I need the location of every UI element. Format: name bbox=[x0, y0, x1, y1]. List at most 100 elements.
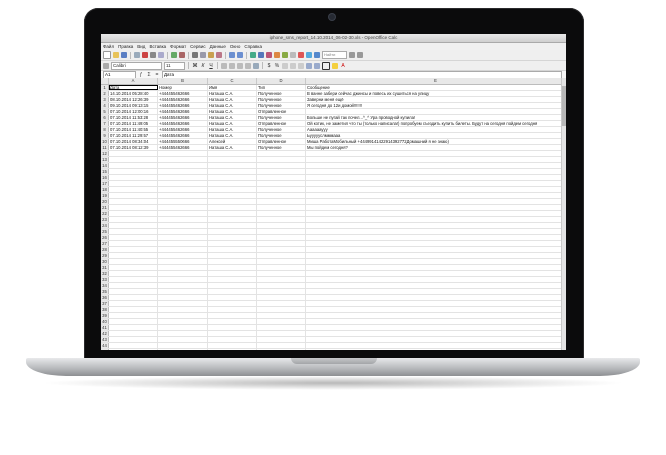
row-header[interactable]: 17 bbox=[101, 181, 109, 186]
table-cell[interactable] bbox=[306, 307, 566, 312]
table-cell[interactable] bbox=[208, 283, 257, 288]
row-header[interactable]: 39 bbox=[101, 313, 109, 318]
table-cell[interactable]: Сообщение bbox=[306, 85, 566, 90]
table-cell[interactable] bbox=[158, 229, 208, 234]
sort-ascending-icon[interactable] bbox=[258, 52, 264, 58]
table-cell[interactable]: 07.10.2014 11:29:57 bbox=[109, 133, 158, 138]
font-color-icon[interactable]: A bbox=[340, 63, 346, 69]
table-cell[interactable] bbox=[306, 217, 566, 222]
menu-item[interactable]: Вставка bbox=[149, 43, 166, 50]
row-header[interactable]: 41 bbox=[101, 325, 109, 330]
table-cell[interactable] bbox=[208, 193, 257, 198]
table-cell[interactable] bbox=[208, 223, 257, 228]
table-cell[interactable] bbox=[109, 163, 158, 168]
table-cell[interactable] bbox=[158, 277, 208, 282]
table-cell[interactable] bbox=[208, 199, 257, 204]
menu-item[interactable]: Файл bbox=[103, 43, 114, 50]
table-cell[interactable] bbox=[208, 187, 257, 192]
table-cell[interactable] bbox=[109, 277, 158, 282]
table-cell[interactable]: +444455462666 bbox=[158, 133, 208, 138]
table-cell[interactable] bbox=[109, 193, 158, 198]
table-cell[interactable] bbox=[306, 211, 566, 216]
table-cell[interactable] bbox=[109, 295, 158, 300]
table-cell[interactable] bbox=[306, 295, 566, 300]
table-cell[interactable]: 14.10.2014 05:28:40 bbox=[109, 91, 158, 96]
table-cell[interactable] bbox=[257, 349, 306, 350]
table-cell[interactable] bbox=[158, 217, 208, 222]
table-cell[interactable] bbox=[306, 325, 566, 330]
search-input[interactable]: Найти bbox=[322, 51, 347, 59]
table-cell[interactable] bbox=[257, 241, 306, 246]
table-cell[interactable]: Наташа С.А. bbox=[208, 103, 257, 108]
table-cell[interactable] bbox=[158, 289, 208, 294]
menu-item[interactable]: Данные bbox=[210, 43, 226, 50]
table-cell[interactable]: Наташа С.А. bbox=[208, 121, 257, 126]
table-cell[interactable] bbox=[158, 307, 208, 312]
table-cell[interactable] bbox=[257, 295, 306, 300]
table-cell[interactable]: Имя bbox=[208, 85, 257, 90]
spellcheck-icon[interactable] bbox=[171, 52, 177, 58]
table-cell[interactable] bbox=[158, 187, 208, 192]
underline-icon[interactable]: Ч bbox=[208, 63, 214, 69]
table-cell[interactable] bbox=[158, 175, 208, 180]
table-cell[interactable] bbox=[257, 319, 306, 324]
table-cell[interactable]: 07.10.2014 12:00:16 bbox=[109, 109, 158, 114]
table-cell[interactable] bbox=[208, 349, 257, 350]
outdent-icon[interactable] bbox=[314, 62, 320, 69]
table-cell[interactable]: +444455462666 bbox=[158, 127, 208, 132]
table-cell[interactable] bbox=[257, 193, 306, 198]
row-header[interactable]: 24 bbox=[101, 223, 109, 228]
table-cell[interactable] bbox=[109, 259, 158, 264]
table-cell[interactable]: 07.10.2014 11:53:28 bbox=[109, 115, 158, 120]
italic-icon[interactable]: К bbox=[200, 63, 206, 69]
table-cell[interactable] bbox=[257, 283, 306, 288]
table-cell[interactable] bbox=[109, 175, 158, 180]
table-cell[interactable] bbox=[306, 301, 566, 306]
table-cell[interactable] bbox=[109, 307, 158, 312]
row-header[interactable]: 4 bbox=[101, 103, 109, 108]
table-cell[interactable] bbox=[306, 175, 566, 180]
row-header[interactable]: 29 bbox=[101, 253, 109, 258]
menu-item[interactable]: Правка bbox=[118, 43, 133, 50]
table-cell[interactable] bbox=[257, 157, 306, 162]
percent-icon[interactable]: % bbox=[274, 63, 280, 69]
table-cell[interactable] bbox=[109, 169, 158, 174]
save-icon[interactable] bbox=[121, 52, 127, 58]
row-header[interactable]: 27 bbox=[101, 241, 109, 246]
table-cell[interactable] bbox=[158, 241, 208, 246]
table-cell[interactable] bbox=[257, 163, 306, 168]
table-cell[interactable] bbox=[158, 169, 208, 174]
find-previous-icon[interactable] bbox=[357, 52, 363, 58]
row-header[interactable]: 38 bbox=[101, 307, 109, 312]
row-header[interactable]: 16 bbox=[101, 175, 109, 180]
row-header[interactable]: 13 bbox=[101, 157, 109, 162]
hyperlink-icon[interactable] bbox=[250, 52, 256, 58]
column-header-c[interactable]: C bbox=[208, 78, 257, 84]
table-cell[interactable] bbox=[208, 277, 257, 282]
vertical-scrollbar[interactable] bbox=[561, 78, 566, 350]
styles-icon[interactable] bbox=[103, 62, 109, 69]
table-cell[interactable] bbox=[109, 241, 158, 246]
row-header[interactable]: 9 bbox=[101, 133, 109, 138]
table-cell[interactable] bbox=[257, 205, 306, 210]
table-cell[interactable] bbox=[257, 199, 306, 204]
table-cell[interactable] bbox=[208, 229, 257, 234]
table-cell[interactable] bbox=[257, 343, 306, 348]
table-cell[interactable] bbox=[257, 289, 306, 294]
table-cell[interactable] bbox=[306, 343, 566, 348]
table-cell[interactable] bbox=[306, 259, 566, 264]
table-cell[interactable] bbox=[158, 193, 208, 198]
table-cell[interactable]: Полученное bbox=[257, 103, 306, 108]
table-cell[interactable] bbox=[306, 109, 566, 114]
table-cell[interactable] bbox=[109, 187, 158, 192]
table-cell[interactable] bbox=[158, 331, 208, 336]
corner-select-all[interactable] bbox=[101, 78, 109, 84]
table-cell[interactable]: Наташа С.А. bbox=[208, 145, 257, 150]
find-icon[interactable] bbox=[290, 52, 296, 58]
table-cell[interactable]: Больше не пугай так почел...^_^ Ура пров… bbox=[306, 115, 566, 120]
table-cell[interactable] bbox=[257, 175, 306, 180]
table-cell[interactable]: Наташа С.А. bbox=[208, 127, 257, 132]
scrollbar-thumb[interactable] bbox=[562, 86, 566, 126]
table-cell[interactable] bbox=[109, 247, 158, 252]
row-header[interactable]: 8 bbox=[101, 127, 109, 132]
